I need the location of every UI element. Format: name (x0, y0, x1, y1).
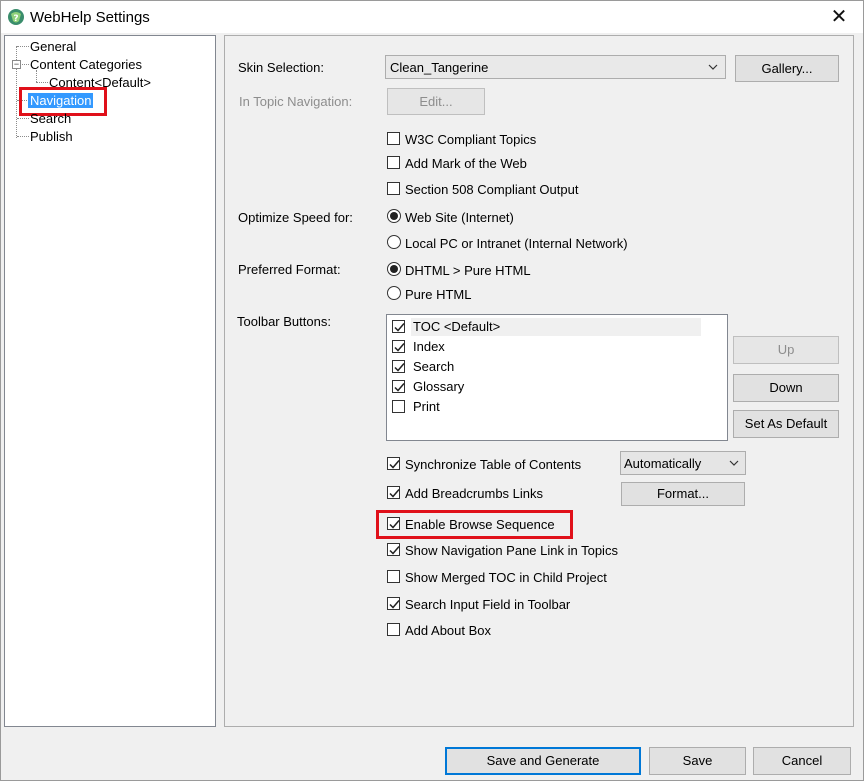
tree-item-general[interactable]: General (30, 39, 76, 54)
tree-connector (22, 64, 29, 65)
svg-text:?: ? (13, 14, 18, 24)
in-topic-navigation-label: In Topic Navigation: (239, 94, 353, 109)
dhtml-pure-html-label: DHTML > Pure HTML (405, 263, 531, 278)
save-button[interactable]: Save (649, 747, 746, 775)
tree-item-content-categories[interactable]: Content Categories (30, 57, 142, 72)
tree-connector (17, 136, 29, 137)
format-button[interactable]: Format... (621, 482, 745, 506)
toolbar-buttons-list[interactable]: TOC <Default> Index Search Glossary Print (386, 314, 728, 441)
cancel-button[interactable]: Cancel (753, 747, 851, 775)
window-title: WebHelp Settings (30, 9, 150, 26)
web-site-internet-radio[interactable] (387, 209, 401, 223)
title-bar: ? WebHelp Settings ✕ (1, 1, 863, 33)
tree-connector (36, 82, 48, 83)
toolbar-item-label: Index (413, 339, 445, 354)
preferred-format-label: Preferred Format: (238, 262, 341, 277)
down-button[interactable]: Down (733, 374, 839, 402)
show-merged-toc-label: Show Merged TOC in Child Project (405, 570, 607, 585)
settings-tree: General − Content Categories Content<Def… (4, 35, 216, 727)
skin-selection-label: Skin Selection: (238, 60, 324, 75)
toolbar-buttons-label: Toolbar Buttons: (237, 314, 331, 329)
in-topic-edit-button[interactable]: Edit... (387, 88, 485, 115)
toolbar-item-label: TOC <Default> (413, 319, 501, 334)
set-as-default-button[interactable]: Set As Default (733, 410, 839, 438)
tree-connector (17, 118, 29, 119)
toolbar-item-label: Print (413, 399, 440, 414)
show-merged-toc-checkbox[interactable] (387, 570, 400, 583)
checkmark-icon (389, 546, 400, 555)
close-icon: ✕ (830, 6, 848, 28)
search-input-field-checkbox[interactable] (387, 597, 400, 610)
checkmark-icon (389, 489, 400, 498)
toolbar-item-checkbox[interactable] (392, 360, 405, 373)
checkmark-icon (394, 363, 405, 372)
w3c-compliant-checkbox[interactable] (387, 132, 400, 145)
show-nav-pane-link-checkbox[interactable] (387, 543, 400, 556)
checkmark-icon (394, 343, 405, 352)
collapse-icon: − (13, 59, 20, 69)
radio-dot-icon (390, 212, 398, 220)
tree-connector (17, 46, 29, 47)
show-nav-pane-link-label: Show Navigation Pane Link in Topics (405, 543, 618, 558)
mark-of-the-web-label: Add Mark of the Web (405, 156, 527, 171)
dhtml-pure-html-radio[interactable] (387, 262, 401, 276)
checkmark-icon (394, 383, 405, 392)
up-button[interactable]: Up (733, 336, 839, 364)
toolbar-item-label: Glossary (413, 379, 465, 394)
synchronize-toc-checkbox[interactable] (387, 457, 400, 470)
pure-html-radio[interactable] (387, 286, 401, 300)
mark-of-the-web-checkbox[interactable] (387, 156, 400, 169)
highlight-box-browse-sequence (376, 510, 573, 539)
synchronize-toc-label: Synchronize Table of Contents (405, 457, 582, 472)
add-breadcrumbs-label: Add Breadcrumbs Links (405, 486, 544, 501)
optimize-speed-label: Optimize Speed for: (238, 210, 353, 225)
synchronize-mode-value: Automatically (624, 456, 702, 471)
skin-selection-value: Clean_Tangerine (390, 60, 489, 75)
save-and-generate-button[interactable]: Save and Generate (445, 747, 641, 775)
section-508-checkbox[interactable] (387, 182, 400, 195)
toolbar-item-checkbox[interactable] (392, 380, 405, 393)
web-site-internet-label: Web Site (Internet) (405, 210, 514, 225)
webhelp-settings-window: ? WebHelp Settings ✕ General − Content C… (0, 0, 864, 781)
close-button[interactable]: ✕ (827, 5, 851, 29)
chevron-down-icon (708, 64, 718, 70)
tree-item-publish[interactable]: Publish (30, 129, 73, 144)
tree-item-search[interactable]: Search (30, 111, 71, 126)
gallery-button[interactable]: Gallery... (735, 55, 839, 82)
toolbar-item-checkbox[interactable] (392, 320, 405, 333)
radio-dot-icon (390, 265, 398, 273)
toolbar-item-checkbox[interactable] (392, 400, 405, 413)
skin-selection-combo[interactable]: Clean_Tangerine (385, 55, 726, 79)
checkmark-icon (394, 323, 405, 332)
tree-expander[interactable]: − (12, 60, 21, 69)
section-508-label: Section 508 Compliant Output (405, 182, 579, 197)
toolbar-item-checkbox[interactable] (392, 340, 405, 353)
chevron-down-icon (729, 460, 739, 466)
checkmark-icon (389, 600, 400, 609)
toolbar-item-label: Search (413, 359, 455, 374)
app-icon: ? (8, 9, 24, 25)
synchronize-mode-combo[interactable]: Automatically (620, 451, 746, 475)
local-pc-intranet-label: Local PC or Intranet (Internal Network) (405, 236, 628, 251)
add-about-box-checkbox[interactable] (387, 623, 400, 636)
add-about-box-label: Add About Box (405, 623, 492, 638)
checkmark-icon (389, 460, 400, 469)
add-breadcrumbs-checkbox[interactable] (387, 486, 400, 499)
search-input-field-label: Search Input Field in Toolbar (405, 597, 571, 612)
w3c-compliant-label: W3C Compliant Topics (405, 132, 537, 147)
local-pc-intranet-radio[interactable] (387, 235, 401, 249)
pure-html-label: Pure HTML (405, 287, 472, 302)
